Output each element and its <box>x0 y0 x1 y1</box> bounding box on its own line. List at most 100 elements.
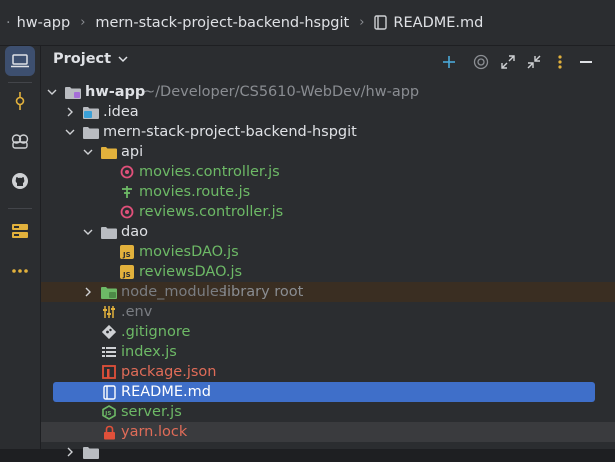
chevron-down-icon[interactable] <box>81 222 95 242</box>
chevron-right-icon[interactable] <box>63 442 77 462</box>
tree-row-dao[interactable]: dao <box>41 222 615 242</box>
tree-row-node-modules[interactable]: node_modules library root <box>41 282 615 302</box>
svg-text:JS: JS <box>122 251 131 259</box>
tree-item-path: ~/Developer/CS5610-WebDev/hw-app <box>143 84 420 100</box>
folder-icon <box>83 122 99 142</box>
copilot-icon <box>11 134 29 149</box>
commit-icon <box>15 92 25 110</box>
markdown-file-icon <box>101 382 117 402</box>
breadcrumb-item-label: README.md <box>393 14 484 31</box>
options-button[interactable] <box>549 51 571 73</box>
breadcrumb-item-hw-app[interactable]: hw-app <box>17 15 71 31</box>
tree-item-label: moviesDAO.js <box>139 244 239 260</box>
markdown-file-icon <box>374 15 388 30</box>
chevron-down-icon[interactable] <box>45 82 59 102</box>
tree-item-label: api <box>121 144 144 160</box>
chevron-right-icon[interactable] <box>81 282 95 302</box>
tree-row-env[interactable]: .env <box>41 302 615 322</box>
more-horizontal-icon <box>12 269 28 273</box>
tree-row-reviews-dao[interactable]: JS reviewsDAO.js <box>41 262 615 282</box>
collapse-icon <box>527 55 541 69</box>
more-tools-button[interactable] <box>5 256 35 286</box>
more-vertical-icon <box>558 55 562 69</box>
tree-row-api[interactable]: api <box>41 142 615 162</box>
locate-button[interactable] <box>470 51 492 73</box>
plus-icon <box>443 56 455 68</box>
copilot-tool-button[interactable] <box>5 126 35 156</box>
chevron-right-icon[interactable] <box>63 102 77 122</box>
laptop-icon <box>11 54 29 68</box>
folder-icon <box>101 222 117 242</box>
tree-row-movies-controller[interactable]: movies.controller.js <box>41 162 615 182</box>
breadcrumb-leading-dot: · <box>6 14 11 31</box>
add-button[interactable] <box>438 51 460 73</box>
breadcrumb: · hw-app › mern-stack-project-backend-hs… <box>0 0 615 46</box>
tree-row-yarn[interactable]: yarn.lock <box>41 422 615 442</box>
tree-row-server[interactable]: JS server.js <box>41 402 615 422</box>
tree-item-label: .idea <box>103 104 139 120</box>
tree-row-gitignore[interactable]: .gitignore <box>41 322 615 342</box>
project-tool-button[interactable] <box>5 46 35 76</box>
tree-row-movies-route[interactable]: movies.route.js <box>41 182 615 202</box>
javascript-file-icon: JS <box>119 262 135 282</box>
breadcrumb-item-backend[interactable]: mern-stack-project-backend-hspgit <box>95 15 349 31</box>
tree-row-reviews-controller[interactable]: reviews.controller.js <box>41 202 615 222</box>
chevron-right-icon: › <box>80 15 86 30</box>
tree-row-root[interactable]: hw-app ~/Developer/CS5610-WebDev/hw-app <box>41 82 615 102</box>
target-icon <box>473 54 489 70</box>
tree-row-readme[interactable]: README.md <box>41 382 615 402</box>
nodejs-file-icon: JS <box>101 402 117 422</box>
git-file-icon <box>101 322 117 342</box>
tree-item-label: README.md <box>121 384 211 400</box>
tree-item-label: movies.controller.js <box>139 164 280 180</box>
panel-title: Project <box>53 51 112 67</box>
tree-row-backend[interactable]: mern-stack-project-backend-hspgit <box>41 122 615 142</box>
minimize-icon <box>580 61 592 63</box>
tree-item-label: mern-stack-project-backend-hspgit <box>103 124 357 140</box>
divider <box>8 208 32 209</box>
project-view-selector[interactable]: Project <box>53 51 129 67</box>
chevron-down-icon <box>118 56 128 63</box>
tree-row-movies-dao[interactable]: JS moviesDAO.js <box>41 242 615 262</box>
tree-item-label: movies.route.js <box>139 184 251 200</box>
services-tool-button[interactable] <box>5 216 35 246</box>
tree-row-partial[interactable] <box>41 442 615 462</box>
tree-item-label: reviewsDAO.js <box>139 264 243 280</box>
lock-icon <box>101 422 117 442</box>
route-file-icon <box>119 182 135 202</box>
tree-item-label: index.js <box>121 344 177 360</box>
library-folder-icon <box>101 282 117 302</box>
tree-item-label: server.js <box>121 404 182 420</box>
tree-item-hint: library root <box>223 284 304 300</box>
collapse-all-button[interactable] <box>523 51 545 73</box>
project-panel: Project hw-app ~/Developer/CS5610-WebDev… <box>41 46 615 459</box>
npm-file-icon <box>101 362 117 382</box>
tool-window-strip <box>0 46 41 449</box>
svg-text:JS: JS <box>104 411 111 417</box>
tree-item-label: node_modules <box>121 284 227 300</box>
breadcrumb-item-readme[interactable]: README.md <box>374 15 483 31</box>
chevron-down-icon[interactable] <box>63 122 77 142</box>
chevron-down-icon[interactable] <box>81 142 95 162</box>
tree-item-label: yarn.lock <box>121 424 188 440</box>
project-panel-header: Project <box>41 46 615 78</box>
tree-item-label: package.json <box>121 364 217 380</box>
javascript-file-icon: JS <box>119 242 135 262</box>
expand-icon <box>501 55 515 69</box>
github-tool-button[interactable] <box>5 166 35 196</box>
expand-all-button[interactable] <box>497 51 519 73</box>
angular-file-icon <box>119 162 135 182</box>
tree-item-label: dao <box>121 224 148 240</box>
tree-row-idea[interactable]: .idea <box>41 102 615 122</box>
tree-item-label: reviews.controller.js <box>139 204 284 220</box>
chevron-right-icon: › <box>359 15 365 30</box>
commit-tool-button[interactable] <box>5 86 35 116</box>
tree-row-index[interactable]: index.js <box>41 342 615 362</box>
divider <box>8 82 32 83</box>
folder-icon <box>83 442 99 462</box>
hide-panel-button[interactable] <box>575 51 597 73</box>
tree-row-package[interactable]: package.json <box>41 362 615 382</box>
text-file-icon <box>101 342 117 362</box>
github-icon <box>12 173 28 189</box>
services-icon <box>12 224 28 238</box>
